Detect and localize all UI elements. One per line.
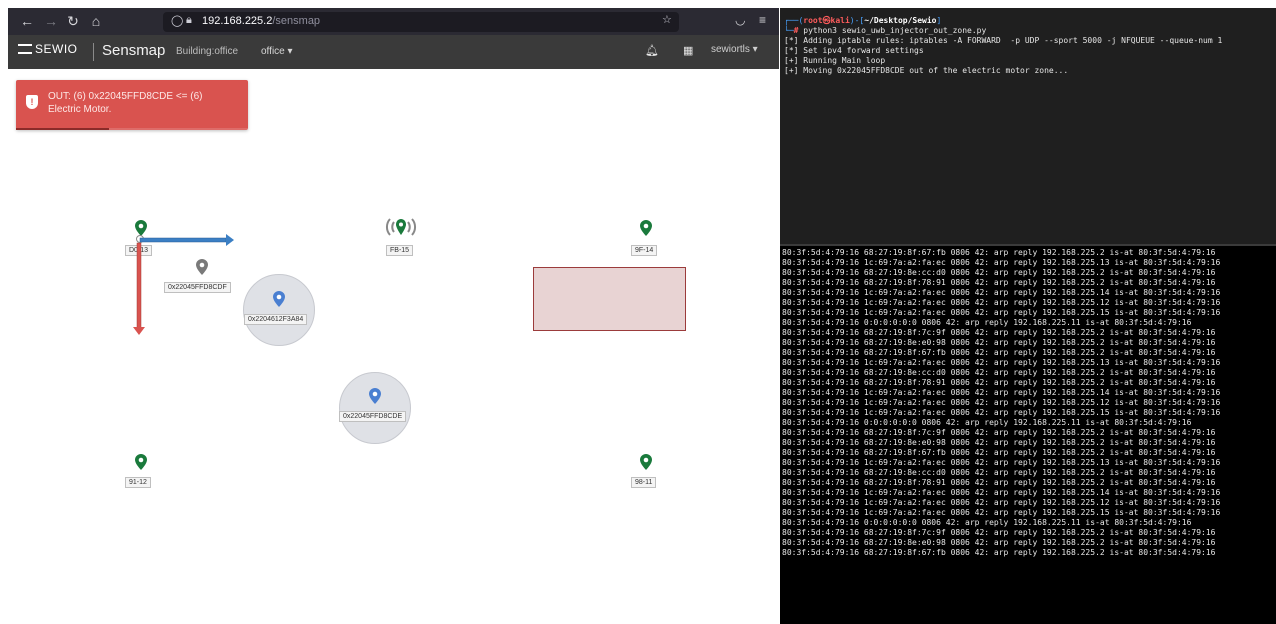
output-line: [*] Set ipv4 forward settings (784, 46, 924, 55)
arp-log-line: 80:3f:5d:4:79:16 68:27:19:8e:cc:d0 0806 … (782, 368, 1216, 377)
zone-alert[interactable]: ! OUT: (6) 0x22045FFD8CDE <= (6) Electri… (16, 80, 248, 130)
output-line: [+] Running Main loop (784, 56, 886, 65)
grid-icon[interactable]: ▦ (683, 44, 693, 57)
office-dropdown[interactable]: office ▾ (261, 46, 293, 57)
arp-log-line: 80:3f:5d:4:79:16 0:0:0:0:0:0 0806 42: ar… (782, 518, 1192, 527)
star-icon[interactable]: ☆ (662, 13, 672, 26)
url-bar[interactable]: ◯ 🔒︎ 192.168.225.2/sensmap ☆ (163, 12, 679, 32)
tag-label[interactable]: 0x22045FFD8CDE (339, 411, 407, 422)
shield-icon[interactable]: ◯ (171, 14, 183, 27)
broadcast-anchor-icon[interactable] (383, 216, 419, 238)
username: sewiortls (711, 44, 750, 55)
arp-log-line: 80:3f:5d:4:79:16 68:27:19:8e:cc:d0 0806 … (782, 468, 1216, 477)
tag-pin-icon[interactable] (196, 259, 208, 275)
arp-log-line: 80:3f:5d:4:79:16 1c:69:7a:a2:fa:ec 0806 … (782, 308, 1221, 317)
pocket-icon[interactable]: ◡ (735, 13, 745, 27)
arp-log-line: 80:3f:5d:4:79:16 68:27:19:8f:67:fb 0806 … (782, 548, 1216, 557)
home-icon[interactable]: ⌂ (87, 12, 105, 31)
arp-log-line: 80:3f:5d:4:79:16 68:27:19:8f:78:91 0806 … (782, 278, 1216, 287)
prompt-user: root㉿kali (803, 16, 850, 25)
arp-log-line: 80:3f:5d:4:79:16 68:27:19:8f:7c:9f 0806 … (782, 528, 1216, 537)
building-label[interactable]: Building:office (176, 46, 238, 57)
map-canvas[interactable] (8, 69, 779, 624)
sensmap-navbar: SEWIO Sensmap Building:office office ▾ 🔔… (8, 35, 779, 69)
sewio-logo-icon (18, 44, 32, 54)
arp-log-line: 80:3f:5d:4:79:16 1c:69:7a:a2:fa:ec 0806 … (782, 488, 1221, 497)
arp-log-line: 80:3f:5d:4:79:16 1c:69:7a:a2:fa:ec 0806 … (782, 258, 1221, 267)
command-text: python3 sewio_uwb_injector_out_zone.py (803, 26, 987, 35)
arp-log-line: 80:3f:5d:4:79:16 68:27:19:8f:67:fb 0806 … (782, 448, 1216, 457)
app-name[interactable]: Sensmap (102, 42, 165, 59)
prompt-line: ┌──(root㉿kali)-[~/Desktop/Sewio] (784, 16, 942, 25)
alert-text: OUT: (6) 0x22045FFD8CDE <= (6) Electric … (48, 91, 203, 115)
tag-label[interactable]: 0x22045FFD8CDF (164, 282, 231, 293)
arp-log-line: 80:3f:5d:4:79:16 1c:69:7a:a2:fa:ec 0806 … (782, 388, 1221, 397)
url-host: 192.168.225.2 (202, 15, 273, 27)
arp-log-line: 80:3f:5d:4:79:16 68:27:19:8f:67:fb 0806 … (782, 348, 1216, 357)
tag-pin-icon[interactable] (273, 291, 285, 307)
prompt-path: ~/Desktop/Sewio (864, 16, 937, 25)
alert-progress (16, 128, 248, 130)
arp-log-line: 80:3f:5d:4:79:16 68:27:19:8f:78:91 0806 … (782, 478, 1216, 487)
arp-log-line: 80:3f:5d:4:79:16 1c:69:7a:a2:fa:ec 0806 … (782, 288, 1221, 297)
nav-divider (93, 43, 94, 61)
output-line: [*] Adding iptable rules: iptables -A FO… (784, 36, 1223, 45)
arp-log-line: 80:3f:5d:4:79:16 0:0:0:0:0:0 0806 42: ar… (782, 418, 1192, 427)
back-arrow-icon[interactable]: ← (18, 12, 36, 31)
arp-log-line: 80:3f:5d:4:79:16 68:27:19:8e:cc:d0 0806 … (782, 268, 1216, 277)
reload-icon[interactable]: ↻ (64, 12, 82, 31)
shield-alert-icon: ! (26, 95, 38, 109)
arp-log-line: 80:3f:5d:4:79:16 68:27:19:8f:7c:9f 0806 … (782, 328, 1216, 337)
arp-log-line: 80:3f:5d:4:79:16 1c:69:7a:a2:fa:ec 0806 … (782, 408, 1221, 417)
sewio-logo[interactable]: SEWIO (18, 42, 78, 56)
arp-log-line: 80:3f:5d:4:79:16 68:27:19:8e:e0:98 0806 … (782, 438, 1216, 447)
arp-log-line: 80:3f:5d:4:79:16 68:27:19:8f:78:91 0806 … (782, 378, 1216, 387)
arp-log-line: 80:3f:5d:4:79:16 1c:69:7a:a2:fa:ec 0806 … (782, 298, 1221, 307)
arp-log-line: 80:3f:5d:4:79:16 1c:69:7a:a2:fa:ec 0806 … (782, 508, 1221, 517)
terminal-bottom-pane[interactable]: 80:3f:5d:4:79:16 68:27:19:8f:67:fb 0806 … (782, 248, 1276, 624)
output-line: [+] Moving 0x22045FFD8CDE out of the ele… (784, 66, 1069, 75)
arp-log-line: 80:3f:5d:4:79:16 68:27:19:8f:67:fb 0806 … (782, 248, 1216, 257)
lock-icon[interactable]: 🔒︎ (186, 14, 192, 27)
browser-toolbar: ← → ↻ ⌂ ◯ 🔒︎ 192.168.225.2/sensmap ☆ ◡ ≡ (8, 8, 779, 35)
anchor-label[interactable]: 91-12 (125, 477, 151, 488)
anchor-label[interactable]: FB-15 (386, 245, 414, 256)
arp-log-line: 80:3f:5d:4:79:16 1c:69:7a:a2:fa:ec 0806 … (782, 398, 1221, 407)
anchor-label[interactable]: 98-11 (631, 477, 657, 488)
anchor-pin-icon[interactable] (640, 220, 652, 236)
tag-pin-icon[interactable] (369, 388, 381, 404)
arp-log-line: 80:3f:5d:4:79:16 1c:69:7a:a2:fa:ec 0806 … (782, 458, 1221, 467)
url-text[interactable]: 192.168.225.2/sensmap (202, 15, 320, 27)
anchor-pin-icon[interactable] (640, 454, 652, 470)
office-dropdown-label: office (261, 46, 285, 57)
browser-window: ← → ↻ ⌂ ◯ 🔒︎ 192.168.225.2/sensmap ☆ ◡ ≡… (8, 8, 779, 624)
tag-label[interactable]: 0x2204612F3A84 (244, 314, 308, 325)
menu-icon[interactable]: ≡ (759, 13, 766, 27)
terminal-window[interactable]: ┌──(root㉿kali)-[~/Desktop/Sewio] └─# pyt… (780, 8, 1276, 624)
command-line: └─# python3 sewio_uwb_injector_out_zone.… (784, 26, 987, 35)
pane-divider[interactable] (780, 244, 1276, 246)
bell-icon[interactable]: 🔔︎ (645, 44, 659, 57)
alert-progress-fill (16, 128, 109, 130)
arp-log-line: 80:3f:5d:4:79:16 68:27:19:8e:e0:98 0806 … (782, 338, 1216, 347)
tag-accuracy-halo (243, 274, 315, 346)
caret-down-icon: ▾ (287, 46, 293, 57)
anchor-pin-icon[interactable] (135, 454, 147, 470)
user-menu[interactable]: sewiortls ▾ (711, 44, 758, 55)
electric-motor-zone[interactable] (533, 267, 686, 331)
arp-log-line: 80:3f:5d:4:79:16 1c:69:7a:a2:fa:ec 0806 … (782, 498, 1221, 507)
arp-log-line: 80:3f:5d:4:79:16 68:27:19:8e:e0:98 0806 … (782, 538, 1216, 547)
url-path: /sensmap (272, 15, 321, 27)
forward-arrow-icon[interactable]: → (42, 12, 60, 31)
tag-accuracy-halo (339, 372, 411, 444)
arp-log-line: 80:3f:5d:4:79:16 0:0:0:0:0:0 0806 42: ar… (782, 318, 1192, 327)
anchor-label[interactable]: 9F-14 (631, 245, 658, 256)
terminal-top-pane[interactable]: ┌──(root㉿kali)-[~/Desktop/Sewio] └─# pyt… (780, 8, 1276, 244)
arp-log-line: 80:3f:5d:4:79:16 68:27:19:8f:7c:9f 0806 … (782, 428, 1216, 437)
arp-log-line: 80:3f:5d:4:79:16 1c:69:7a:a2:fa:ec 0806 … (782, 358, 1221, 367)
logo-text: SEWIO (35, 42, 78, 56)
